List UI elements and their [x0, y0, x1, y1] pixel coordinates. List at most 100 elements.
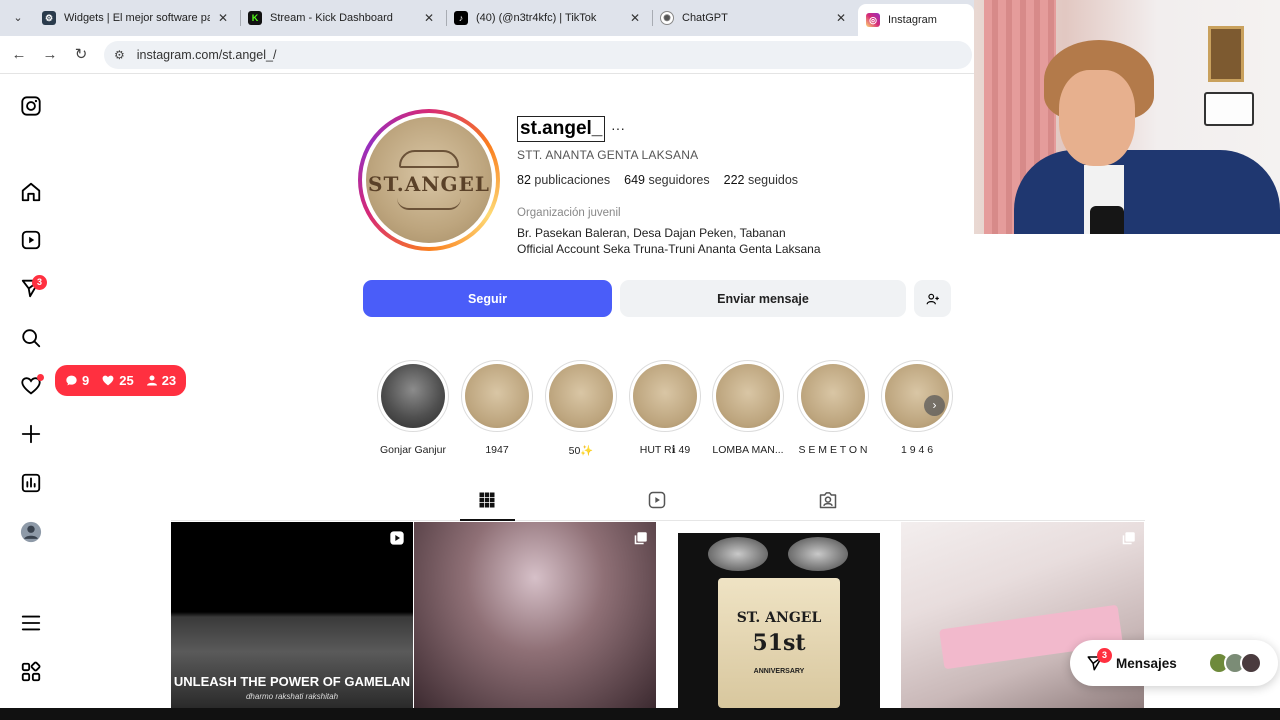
close-tab-icon[interactable]: ✕: [834, 11, 848, 25]
activity-summary-pill[interactable]: 9 25 23: [55, 365, 187, 396]
following-stat[interactable]: 222 seguidos: [724, 173, 798, 187]
highlight-label: 50✨: [568, 445, 594, 457]
also-from-meta-icon[interactable]: [19, 660, 43, 684]
instagram-logo-icon[interactable]: [19, 94, 43, 118]
follow-button[interactable]: Seguir: [363, 280, 612, 317]
followers-count: 649: [624, 173, 645, 187]
profile-full-name: STT. ANANTA GENTA LAKSANA: [517, 148, 699, 162]
post-caption-sub: dharmo rakshati rakshitah: [245, 692, 339, 701]
tabs-divider: [171, 520, 1145, 521]
address-bar[interactable]: ⚙ instagram.com/st.angel_/: [104, 41, 972, 69]
search-icon[interactable]: [19, 326, 43, 350]
browser-tab-instagram[interactable]: ◎ Instagram: [858, 4, 974, 36]
browser-tab-chatgpt[interactable]: ✺ ChatGPT ✕: [652, 4, 856, 32]
forward-arrow-icon[interactable]: →: [40, 45, 60, 65]
highlight-label: S E M E T O N: [798, 444, 868, 456]
tagged-tab-icon[interactable]: [817, 489, 839, 511]
active-tab-indicator: [460, 519, 515, 521]
heart-icon: [102, 375, 114, 386]
followers-stat[interactable]: 649 seguidores: [624, 173, 710, 187]
browser-tab-tiktok[interactable]: ♪ (40) (@n3tr4kfc) | TikTok ✕: [446, 4, 650, 32]
bio-line: Official Account Seka Truna-Truni Ananta…: [517, 242, 821, 256]
comment-icon: [66, 375, 77, 386]
add-person-icon: [926, 293, 939, 304]
story-highlight[interactable]: S E M E T O N: [797, 360, 869, 456]
post-tile-anniversary[interactable]: ST. ANGEL 51st ANNIVERSARY: [657, 522, 900, 708]
chatgpt-favicon-icon: ✺: [660, 11, 674, 25]
highlight-cover: [633, 364, 697, 428]
highlight-label: 1947: [485, 444, 509, 456]
suggested-accounts-button[interactable]: [914, 280, 951, 317]
webcam-person-face: [1059, 70, 1135, 166]
more-menu-icon[interactable]: [19, 611, 43, 635]
tab-title: (40) (@n3tr4kfc) | TikTok: [476, 12, 597, 24]
profile-avatar[interactable]: [19, 520, 43, 544]
person-icon: [146, 375, 157, 386]
browser-tab-widgets[interactable]: ⚙ Widgets | El mejor software para strea…: [34, 4, 238, 32]
options-more-icon[interactable]: ···: [611, 120, 625, 136]
poster-scroll: ST. ANGEL 51st ANNIVERSARY: [718, 578, 840, 708]
home-icon[interactable]: [19, 180, 43, 204]
posts-count: 82: [517, 173, 531, 187]
posts-label: publicaciones: [534, 173, 611, 187]
kick-favicon-icon: K: [248, 11, 262, 25]
st-angel-logo: ST.ANGEL: [366, 117, 492, 243]
browser-toolbar: ← → ↻ ⚙ instagram.com/st.angel_/: [0, 36, 974, 74]
highlight-ring: [461, 360, 533, 432]
highlight-ring: [712, 360, 784, 432]
post-tile-video[interactable]: UNLEASH THE POWER OF GAMELAN dharmo raks…: [171, 522, 413, 708]
highlight-cover: [716, 364, 780, 428]
followers-label: seguidores: [648, 173, 710, 187]
tab-search-chevron-icon[interactable]: ⌄: [8, 9, 28, 27]
close-tab-icon[interactable]: ✕: [422, 11, 436, 25]
comments-count-value: 9: [82, 373, 90, 388]
profile-picture[interactable]: ST.ANGEL: [358, 109, 500, 251]
tiktok-favicon-icon: ♪: [454, 11, 468, 25]
chevron-right-icon[interactable]: ›: [924, 395, 945, 416]
webcam-whiteboard: [1204, 92, 1254, 126]
reload-icon[interactable]: ↻: [71, 45, 91, 65]
browser-tab-kick[interactable]: K Stream - Kick Dashboard ✕: [240, 4, 444, 32]
webcam-person-jacket: [1014, 150, 1280, 234]
story-highlight[interactable]: Gonjar Ganjur: [377, 360, 449, 456]
reels-icon[interactable]: [19, 228, 43, 252]
dashboard-chart-icon[interactable]: [19, 471, 43, 495]
send-message-button[interactable]: Enviar mensaje: [620, 280, 906, 317]
site-settings-icon[interactable]: ⚙: [114, 48, 125, 62]
webcam-overlay: [974, 0, 1280, 234]
webcam-wall-portrait: [1208, 26, 1244, 82]
highlight-ring: [377, 360, 449, 432]
story-highlight[interactable]: 1947: [461, 360, 533, 456]
posts-grid-icon[interactable]: [476, 489, 498, 511]
highlight-ring: [629, 360, 701, 432]
post-caption-text: UNLEASH THE POWER OF GAMELAN: [173, 674, 411, 689]
poster-wing-ornament: [788, 537, 848, 571]
highlight-cover: [801, 364, 865, 428]
follows-count-value: 23: [161, 373, 177, 388]
message-avatars: [1208, 652, 1262, 674]
post-tile-photo[interactable]: [414, 522, 656, 708]
highlight-cover: [549, 364, 613, 428]
reel-play-icon: [389, 530, 405, 546]
instagram-sidebar: 3: [0, 74, 62, 720]
tab-title: ChatGPT: [682, 12, 728, 24]
profile-stats: 82 publicaciones 649 seguidores 222 segu…: [517, 173, 798, 187]
webcam-microphone: [1090, 206, 1124, 234]
highlight-ring: [545, 360, 617, 432]
story-highlight[interactable]: 50✨: [545, 360, 617, 457]
tab-title: Widgets | El mejor software para streame…: [64, 12, 210, 24]
close-tab-icon[interactable]: ✕: [216, 11, 230, 25]
carousel-icon: [1120, 530, 1136, 546]
url-text[interactable]: instagram.com/st.angel_/: [137, 48, 277, 62]
follows-count: 23: [146, 373, 176, 388]
anniversary-poster: ST. ANGEL 51st ANNIVERSARY: [678, 533, 880, 708]
poster-wing-ornament: [708, 537, 768, 571]
story-highlight[interactable]: HUT Rℹ︎ 49: [629, 360, 701, 456]
create-plus-icon[interactable]: [19, 422, 43, 446]
story-highlight[interactable]: LOMBA MAN...: [712, 360, 784, 456]
reels-tab-icon[interactable]: [646, 489, 668, 511]
profile-bio: Br. Pasekan Baleran, Desa Dajan Peken, T…: [517, 225, 821, 257]
close-tab-icon[interactable]: ✕: [628, 11, 642, 25]
back-arrow-icon[interactable]: ←: [9, 45, 29, 65]
poster-subtitle: ANNIVERSARY: [753, 668, 805, 675]
